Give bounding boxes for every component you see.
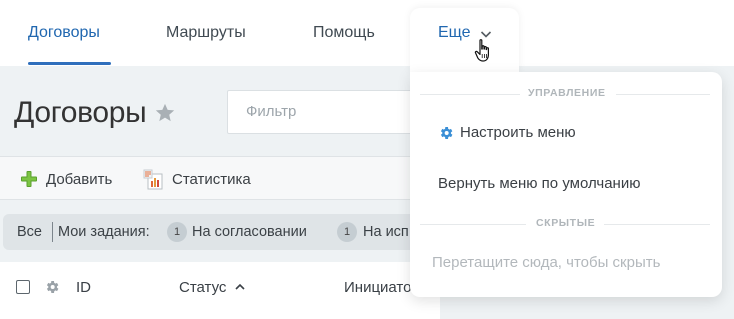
hand-cursor-icon — [474, 39, 489, 62]
column-status-label: Статус — [179, 279, 227, 296]
filter-all[interactable]: Все — [17, 214, 42, 250]
tab-contracts[interactable]: Договоры — [28, 24, 100, 42]
divider — [616, 94, 710, 95]
statistics-button[interactable]: Статистика — [142, 157, 251, 201]
tab-routes[interactable]: Маршруты — [166, 24, 246, 42]
section-manage-label: УПРАВЛЕНИЕ — [528, 87, 606, 99]
my-tasks-label: Мои задания: — [58, 224, 150, 240]
active-tab-underline — [28, 62, 111, 65]
tab-more[interactable]: Еще — [438, 24, 471, 42]
column-initiator[interactable]: Инициато — [344, 279, 411, 296]
hidden-drop-hint: Перетащите сюда, чтобы скрыть — [432, 254, 661, 271]
configure-menu-label: Настроить меню — [460, 124, 576, 141]
filter-on-approval[interactable]: На согласовании — [192, 214, 307, 250]
section-hidden-label: СКРЫТЫЕ — [536, 217, 596, 229]
sort-ascending-icon — [235, 283, 245, 290]
divider — [52, 222, 53, 242]
divider — [420, 224, 526, 225]
plus-icon — [21, 171, 37, 187]
gear-icon — [440, 126, 453, 139]
statistics-icon — [143, 169, 163, 190]
column-id[interactable]: ID — [76, 279, 91, 296]
count-badge: 1 — [337, 222, 357, 242]
divider — [604, 224, 710, 225]
task-filter-strip: Все Мои задания: 1 На согласовании 1 На … — [3, 214, 440, 250]
more-dropdown-menu: УПРАВЛЕНИЕ Настроить меню Вернуть меню п… — [410, 72, 722, 297]
reset-menu-label: Вернуть меню по умолчанию — [438, 175, 641, 192]
section-hidden: СКРЫТЫЕ — [410, 216, 722, 232]
divider — [420, 94, 520, 95]
page-title: Договоры — [14, 96, 147, 129]
section-manage: УПРАВЛЕНИЕ — [410, 86, 722, 102]
gear-icon[interactable] — [44, 279, 60, 295]
star-icon[interactable] — [154, 102, 176, 124]
toolbar: Добавить Статистика — [0, 156, 440, 200]
statistics-button-label: Статистика — [172, 170, 251, 188]
add-button[interactable]: Добавить — [20, 157, 112, 201]
column-status[interactable]: Статус — [179, 279, 246, 296]
reset-menu-item[interactable]: Вернуть меню по умолчанию — [438, 175, 640, 192]
add-button-label: Добавить — [46, 170, 113, 188]
filter-in-progress[interactable]: На исп — [363, 214, 409, 250]
count-badge: 1 — [167, 222, 187, 242]
tab-help[interactable]: Помощь — [313, 24, 375, 42]
configure-menu-item[interactable]: Настроить меню — [438, 124, 576, 141]
select-all-checkbox[interactable] — [16, 280, 30, 294]
